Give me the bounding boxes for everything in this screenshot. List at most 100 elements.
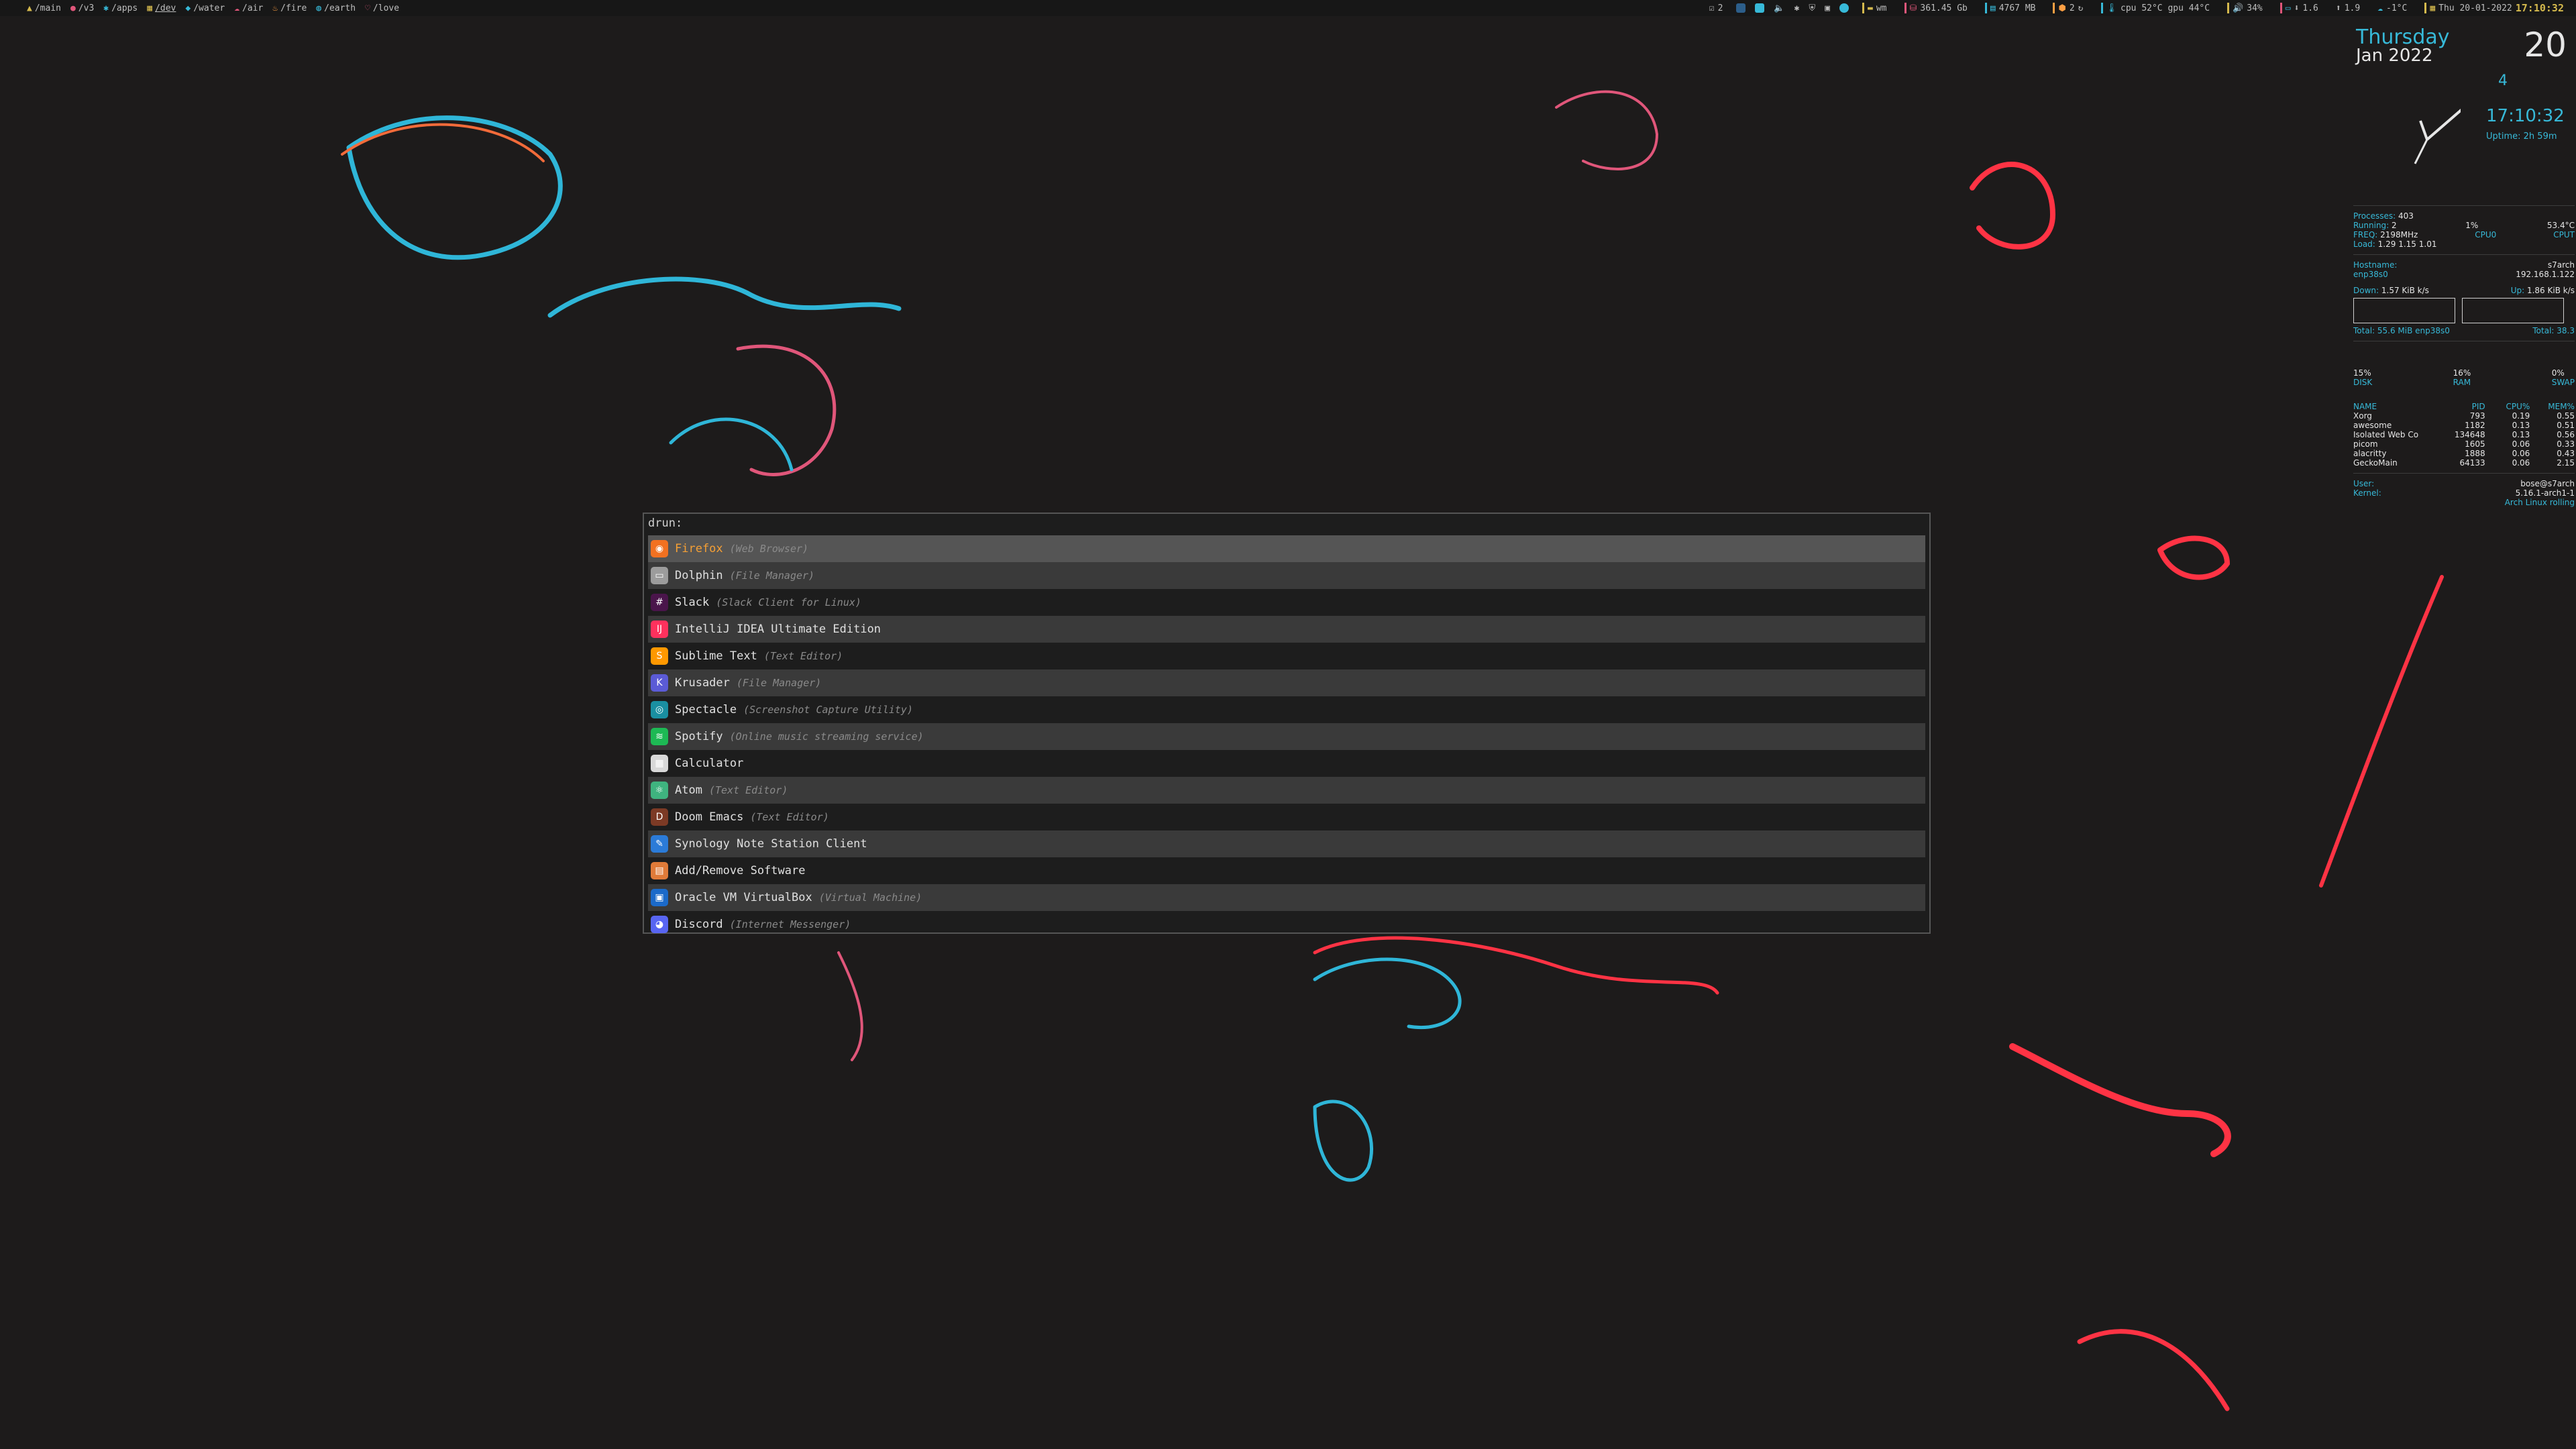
process-cell: alacritty [2353,449,2387,458]
process-cell: 0.33 [2557,439,2575,449]
launcher-item[interactable]: ▦ Calculator [648,750,1925,777]
launcher-item[interactable]: D Doom Emacs (Text Editor) [648,804,1925,830]
bluetooth-icon[interactable]: ✱ [1794,3,1800,13]
top-bar: ▲/main ●/v3 ✱/apps ▦/dev ◆/water ☁/air ♨… [0,0,2576,16]
heart-icon: ♡ [365,3,370,13]
updates-widget[interactable]: ⬢ 2 ↻ [2049,0,2087,16]
launcher-item-description: (Text Editor) [750,811,829,823]
down-arrow-icon: ⬇ [2294,3,2300,13]
launcher-item-description: (Internet Messenger) [729,918,851,930]
conky-monitor: Thursday Jan 2022 20 4 17:10:32 Uptime: … [2353,25,2575,507]
launcher-item[interactable]: ◕ Discord (Internet Messenger) [648,911,1925,938]
volume-widget[interactable]: 🔊 34% [2223,0,2267,16]
divider [2353,254,2575,255]
hostname-row: Hostname: s7arch [2353,260,2575,270]
cloud-weather-icon: ☁ [2377,3,2383,13]
launcher-item[interactable]: # Slack (Slack Client for Linux) [648,589,1925,616]
process-cell: 0.06 [2512,458,2530,468]
running-row: Running: 2 1% 53.4°C [2353,221,2575,230]
traffic-graphs [2353,298,2575,323]
tag-main[interactable]: ▲/main [27,3,61,13]
process-cell: 1605 [2465,439,2485,449]
launcher-item-description: (Screenshot Capture Utility) [743,704,913,716]
launcher-item[interactable]: ⚛ Atom (Text Editor) [648,777,1925,804]
fire-icon: ♨ [272,3,278,13]
sublime-icon: S [651,647,668,665]
load-row: Load: 1.29 1.15 1.01 [2353,239,2437,249]
process-cell: 0.13 [2512,430,2530,439]
clock-marker [2424,3,2427,13]
weather-widget[interactable]: ☁ -1°C [2373,0,2411,16]
dolphin-icon: ▭ [651,567,668,584]
launcher-item[interactable]: ◎ Spectacle (Screenshot Capture Utility) [648,696,1925,723]
process-row: GeckoMain 64133 0.06 2.15 [2353,458,2575,468]
globe-icon: ◍ [316,3,322,13]
launcher-item-name: Krusader [675,676,730,690]
update-icon[interactable] [1839,3,1849,13]
swap-usage: 0% SWAP [2551,368,2575,387]
tag-dev[interactable]: ▦/dev [147,3,176,13]
tag-apps[interactable]: ✱/apps [103,3,138,13]
tag-v3[interactable]: ●/v3 [70,3,94,13]
launcher-item[interactable]: K Krusader (File Manager) [648,669,1925,696]
uptime: Uptime: 2h 59m [2486,131,2557,142]
distro-row: Arch Linux rolling [2504,498,2575,507]
ip-row: enp38s0 192.168.1.122 [2353,270,2575,279]
launcher-item[interactable]: IJ IntelliJ IDEA Ultimate Edition [648,616,1925,643]
process-cell: 0.19 [2512,411,2530,421]
tag-earth[interactable]: ◍/earth [316,3,356,13]
tag-water[interactable]: ◆/water [185,3,225,13]
analog-clock [2414,109,2461,164]
launcher-item[interactable]: ◉ Firefox (Web Browser) [648,535,1925,562]
week-number: 4 [2498,72,2508,89]
shield-icon[interactable]: ⛨ [1809,3,1815,13]
apps-icon: ✱ [103,3,109,13]
wm-widget[interactable]: ▬ wm [1858,0,1890,16]
launcher-item-name: Dolphin [675,569,723,582]
launcher-item-name: Synology Note Station Client [675,837,867,851]
launcher-item-name: Sublime Text [675,649,757,663]
process-cell: 0.43 [2557,449,2575,458]
launcher-item-description: (Slack Client for Linux) [716,596,861,608]
process-row: alacritty 1888 0.06 0.43 [2353,449,2575,458]
memory-widget[interactable]: ▤ 4767 MB [1981,0,2040,16]
process-table-header: NAME PID CPU% MEM% [2353,402,2575,411]
layout-indicator[interactable]: ☑ 2 [1705,0,1727,16]
launcher-item[interactable]: S Sublime Text (Text Editor) [648,643,1925,669]
clipboard-icon[interactable]: ▣ [1825,3,1830,13]
updates-unit: ↻ [2078,3,2084,13]
launcher-item-description: (Web Browser) [729,543,809,555]
clock-time: 17:10:32 [2515,2,2564,14]
disk-widget[interactable]: ⛁ 361.45 Gb [1900,0,1972,16]
tag-love[interactable]: ♡/love [365,3,399,13]
speaker-icon[interactable]: 🔈 [1774,3,1784,13]
window-icon[interactable] [1736,3,1746,13]
launcher-item-name: Firefox [675,542,723,555]
launcher-item[interactable]: ≋ Spotify (Online music streaming service) [648,723,1925,750]
ram-usage: 16% RAM [2453,368,2471,387]
date-number: 20 [2524,25,2567,64]
process-cell: 793 [2469,411,2485,421]
launcher-item-name: IntelliJ IDEA Ultimate Edition [675,623,881,636]
launcher-item[interactable]: ▣ Oracle VM VirtualBox (Virtual Machine) [648,884,1925,911]
tag-fire[interactable]: ♨/fire [272,3,307,13]
net-down-widget[interactable]: ▭ ⬇ 1.6 [2276,0,2322,16]
net-down-marker [2279,3,2282,13]
temperature-widget[interactable]: 🌡 cpu 52°C gpu 44°C [2097,0,2214,16]
process-row: awesome 1182 0.13 0.51 [2353,421,2575,430]
launcher-item[interactable]: ▭ Dolphin (File Manager) [648,562,1925,589]
network-tray-icon[interactable] [1755,3,1765,13]
process-column-header: NAME [2353,402,2377,411]
clock-widget[interactable]: ▦ Thu 20-01-2022 17:10:32 [2420,0,2568,16]
launcher-item[interactable]: ✎ Synology Note Station Client [648,830,1925,857]
net-up-widget[interactable]: ⬆ 1.9 [2332,0,2364,16]
firefox-icon: ◉ [651,540,668,557]
launcher-item-name: Discord [675,918,723,931]
tag-air[interactable]: ☁/air [234,3,263,13]
cloud-icon: ☁ [234,3,240,13]
process-row: picom 1605 0.06 0.33 [2353,439,2575,449]
system-tray: ☑ 2 🔈 ✱ ⛨ ▣ ▬ wm ⛁ 361.45 Gb ▤ 4767 MB ⬢ 2 ↻ 🌡… [1705,0,2576,16]
launcher-prompt[interactable]: drun: [648,517,682,530]
launcher-item[interactable]: ▤ Add/Remove Software [648,857,1925,884]
app-launcher[interactable]: drun: ◉ Firefox (Web Browser) ▭ Dolphin (File… [643,513,1931,934]
